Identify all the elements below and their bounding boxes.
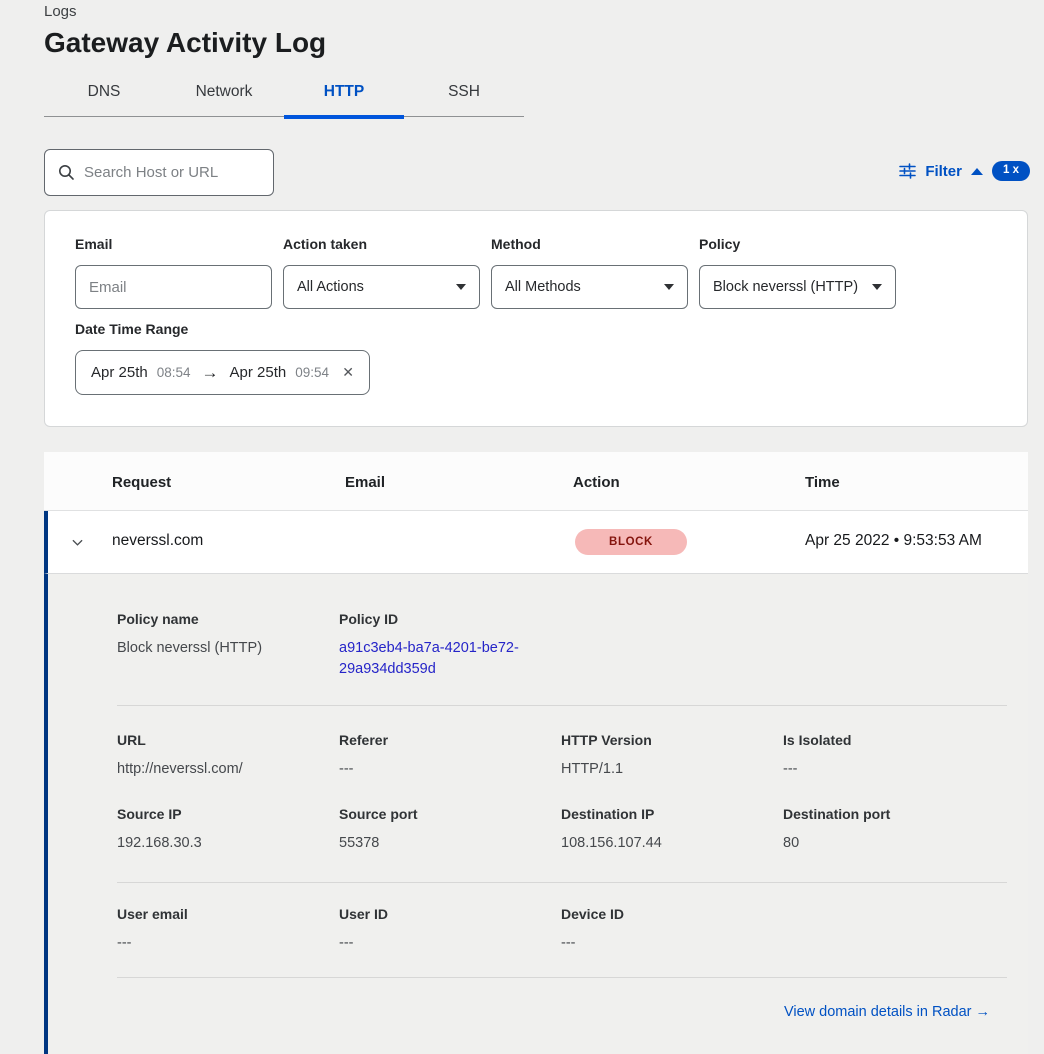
device-id-label: Device ID [561,906,783,922]
log-type-tabs: DNS Network HTTP SSH [44,77,524,117]
breadcrumb[interactable]: Logs [44,3,77,20]
view-domain-details-radar-link[interactable]: View domain details in Radar → [784,1004,990,1020]
device-id-value: --- [561,933,783,954]
search-input[interactable] [84,164,273,181]
policy-label: Policy [699,236,896,252]
source-ip-label: Source IP [117,806,339,822]
arrow-right-icon: → [202,363,219,383]
policy-name-cell: Policy name Block neverssl (HTTP) [117,611,339,680]
is-isolated-value: --- [783,759,1005,780]
method-field: Method All Methods [491,236,688,309]
status-badge-block: BLOCK [575,529,687,555]
col-header-email: Email [345,474,385,491]
user-id-value: --- [339,933,561,954]
row-detail-panel: Policy name Block neverssl (HTTP) Policy… [44,574,1028,1054]
section-divider [117,882,1007,883]
policy-name-label: Policy name [117,611,339,627]
policy-value: Block neverssl (HTTP) [713,279,858,295]
tab-dns[interactable]: DNS [44,77,164,116]
chevron-down-icon [456,284,466,290]
clear-date-icon[interactable]: ✕ [342,364,354,381]
destination-port-value: 80 [783,833,1005,854]
destination-ip-value: 108.156.107.44 [561,833,783,854]
search-box[interactable] [44,149,274,196]
user-email-label: User email [117,906,339,922]
filter-sliders-icon[interactable] [899,163,916,179]
page-title: Gateway Activity Log [44,27,326,59]
policy-select[interactable]: Block neverssl (HTTP) [699,265,896,309]
collapse-filter-icon[interactable] [971,168,983,175]
end-time: 09:54 [295,365,329,380]
http-version-value: HTTP/1.1 [561,759,783,780]
filter-toggle-group: Filter 1 x [899,160,1030,182]
tab-ssh[interactable]: SSH [404,77,524,116]
policy-field: Policy Block neverssl (HTTP) [699,236,896,309]
section-divider [117,977,1007,978]
action-taken-select[interactable]: All Actions [283,265,480,309]
policy-id-cell: Policy ID a91c3eb4-ba7a-4201-be72-29a934… [339,611,561,680]
is-isolated-label: Is Isolated [783,732,1005,748]
active-tab-indicator [284,115,404,119]
method-label: Method [491,236,688,252]
start-time: 08:54 [157,365,191,380]
user-detail-section: User email --- User ID --- Device ID --- [117,906,1007,954]
email-filter-field: Email [75,236,272,309]
filter-panel: Email Action taken All Actions Method Al… [44,210,1028,427]
col-header-time: Time [805,474,840,491]
source-port-value: 55378 [339,833,561,854]
filter-count-badge[interactable]: 1 x [992,161,1030,182]
source-port-label: Source port [339,806,561,822]
date-range-input[interactable]: Apr 25th 08:54 → Apr 25th 09:54 ✕ [75,350,370,395]
tab-network[interactable]: Network [164,77,284,116]
policy-id-link[interactable]: a91c3eb4-ba7a-4201-be72-29a934dd359d [339,638,544,680]
method-value: All Methods [505,279,581,295]
start-date: Apr 25th [91,364,148,381]
destination-ip-label: Destination IP [561,806,783,822]
row-time: Apr 25 2022 • 9:53:53 AM [805,532,982,550]
email-filter-input-wrap [75,265,272,309]
collapse-row-chevron-icon[interactable] [70,535,85,550]
referer-label: Referer [339,732,561,748]
method-select[interactable]: All Methods [491,265,688,309]
filter-button[interactable]: Filter [925,163,962,180]
destination-port-label: Destination port [783,806,1005,822]
activity-log-table: Request Email Action Time neverssl.com B… [44,452,1028,1054]
email-filter-input[interactable] [76,266,271,308]
col-header-request: Request [112,474,171,491]
chevron-down-icon [664,284,674,290]
table-row[interactable]: neverssl.com BLOCK Apr 25 2022 • 9:53:53… [44,511,1028,574]
action-taken-value: All Actions [297,279,364,295]
col-header-action: Action [573,474,620,491]
row-request-host: neverssl.com [112,532,203,550]
search-icon [58,164,75,181]
end-date: Apr 25th [230,364,287,381]
url-label: URL [117,732,339,748]
table-header-row: Request Email Action Time [44,452,1028,511]
action-taken-label: Action taken [283,236,480,252]
source-ip-value: 192.168.30.3 [117,833,339,854]
policy-id-label: Policy ID [339,611,561,627]
email-filter-label: Email [75,236,272,252]
date-range-label: Date Time Range [75,321,188,337]
policy-section: Policy name Block neverssl (HTTP) Policy… [117,611,1007,680]
policy-name-value: Block neverssl (HTTP) [117,638,339,659]
section-divider [117,705,1007,706]
http-detail-section: URL http://neverssl.com/ Referer --- HTT… [117,732,1007,780]
chevron-down-icon [872,284,882,290]
user-email-value: --- [117,933,339,954]
http-version-label: HTTP Version [561,732,783,748]
tab-http[interactable]: HTTP [284,77,404,116]
referer-value: --- [339,759,561,780]
network-detail-section: Source IP 192.168.30.3 Source port 55378… [117,806,1007,854]
user-id-label: User ID [339,906,561,922]
url-value: http://neverssl.com/ [117,759,339,780]
action-taken-field: Action taken All Actions [283,236,480,309]
